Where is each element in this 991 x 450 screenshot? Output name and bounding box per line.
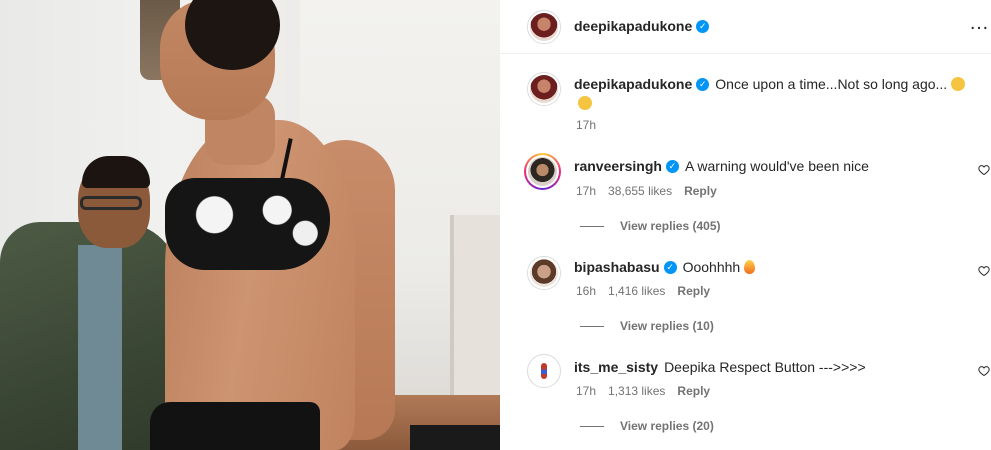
photo-woman-torso xyxy=(165,120,355,450)
replies-line xyxy=(580,226,604,228)
view-replies-label[interactable]: View replies (20) xyxy=(620,419,714,433)
author-avatar-image xyxy=(530,13,558,41)
photo-bikini-top xyxy=(165,178,330,270)
caption-emoji-line xyxy=(578,95,592,113)
view-replies-label[interactable]: View replies (405) xyxy=(620,219,721,233)
comment-avatar-ranveersingh[interactable] xyxy=(524,153,561,190)
comment-row: bipashabasu ✓ Ooohhhh xyxy=(574,259,756,275)
verified-icon: ✓ xyxy=(696,77,710,91)
view-replies-button[interactable]: View replies (10) xyxy=(580,319,714,333)
caption-meta: 17h xyxy=(576,118,608,132)
comment-avatar-image xyxy=(528,157,557,186)
comment-avatar-its-me-sisty[interactable] xyxy=(527,354,561,388)
like-comment-heart-icon[interactable] xyxy=(978,164,990,176)
comment-text: A warning would've been nice xyxy=(684,158,869,174)
comment-avatar-image xyxy=(530,259,558,287)
photo-man-hair xyxy=(82,156,150,188)
fire-emoji-icon xyxy=(744,260,756,275)
comment-time[interactable]: 16h xyxy=(576,284,596,298)
post-side-panel: deepikapadukone ✓ … deepikapadukone ✓ Once … xyxy=(500,0,991,450)
comment-time[interactable]: 17h xyxy=(576,384,596,398)
replies-line xyxy=(580,426,604,428)
verified-icon: ✓ xyxy=(696,19,710,33)
comment-text: Deepika Respect Button --->>>> xyxy=(664,359,866,375)
caption-username[interactable]: deepikapadukone xyxy=(574,76,692,92)
comment-avatar-bipashabasu[interactable] xyxy=(527,256,561,290)
view-replies-label[interactable]: View replies (10) xyxy=(620,319,714,333)
replies-line xyxy=(580,326,604,328)
post-photo[interactable] xyxy=(0,0,500,450)
comment-username[interactable]: bipashabasu xyxy=(574,259,660,275)
comment-username[interactable]: its_me_sisty xyxy=(574,359,658,375)
caption-avatar[interactable] xyxy=(527,72,561,106)
comment-text: Ooohhhh xyxy=(682,259,741,275)
reply-button[interactable]: Reply xyxy=(677,384,710,398)
caption-time[interactable]: 17h xyxy=(576,118,596,132)
comment-meta: 17h 1,313 likes Reply xyxy=(576,384,722,398)
verified-icon: ✓ xyxy=(663,260,677,274)
photo-door xyxy=(450,215,500,395)
photo-man-shirt xyxy=(78,245,122,450)
comment-row: its_me_sisty Deepika Respect Button --->>… xyxy=(574,359,866,375)
photo-man-glasses xyxy=(80,196,142,210)
more-options-icon[interactable]: … xyxy=(966,12,990,35)
comment-time[interactable]: 17h xyxy=(576,184,596,198)
comment-meta: 16h 1,416 likes Reply xyxy=(576,284,722,298)
caption-row: deepikapadukone ✓ Once upon a time...Not s… xyxy=(574,76,966,92)
author-username-row[interactable]: deepikapadukone ✓ xyxy=(574,18,710,34)
photo-bikini-bottom xyxy=(150,402,320,450)
comment-username[interactable]: ranveersingh xyxy=(574,158,662,174)
comment-likes[interactable]: 1,416 likes xyxy=(608,284,665,298)
view-replies-button[interactable]: View replies (405) xyxy=(580,219,721,233)
comment-likes[interactable]: 38,655 likes xyxy=(608,184,672,198)
reply-button[interactable]: Reply xyxy=(677,284,710,298)
view-replies-button[interactable]: View replies (20) xyxy=(580,419,714,433)
verified-icon: ✓ xyxy=(665,159,679,173)
caption-avatar-image xyxy=(530,75,558,103)
author-avatar[interactable] xyxy=(527,10,561,44)
reply-button[interactable]: Reply xyxy=(684,184,717,198)
post-header: deepikapadukone ✓ … xyxy=(500,0,991,54)
comment-meta: 17h 38,655 likes Reply xyxy=(576,184,729,198)
like-comment-heart-icon[interactable] xyxy=(978,365,990,377)
comment-row: ranveersingh ✓ A warning would've been nic… xyxy=(574,158,869,174)
slight-smile-emoji-icon xyxy=(951,77,966,92)
photo-bag xyxy=(410,425,500,450)
comment-likes[interactable]: 1,313 likes xyxy=(608,384,665,398)
caption-text: Once upon a time...Not so long ago... xyxy=(715,76,948,92)
author-username[interactable]: deepikapadukone xyxy=(574,18,692,34)
grin-emoji-icon xyxy=(578,95,592,110)
comment-avatar-image xyxy=(541,363,547,379)
like-comment-heart-icon[interactable] xyxy=(978,265,990,277)
